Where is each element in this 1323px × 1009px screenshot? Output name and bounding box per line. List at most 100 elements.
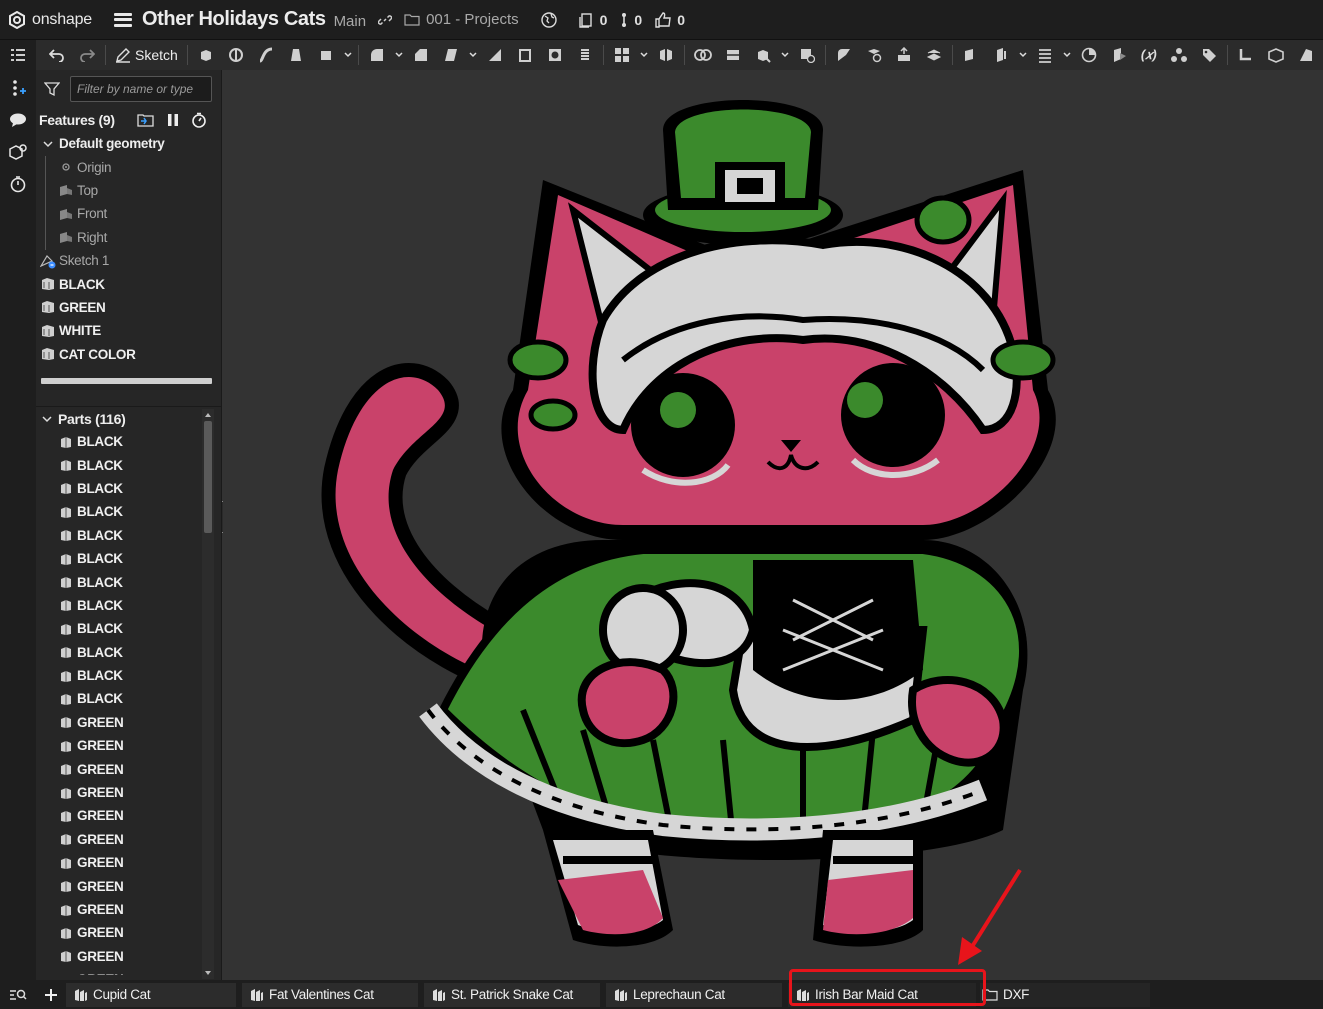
like-button[interactable]: 0 [654, 12, 685, 28]
flange-button[interactable] [1291, 42, 1321, 68]
scroll-thumb[interactable] [204, 421, 212, 533]
scroll-down-icon[interactable] [204, 969, 212, 977]
chevron-down-icon[interactable] [39, 415, 55, 423]
tab-dxf[interactable]: DXF [980, 982, 1150, 1007]
part-row[interactable]: BLACK [36, 453, 200, 476]
part-row[interactable]: GREEN [36, 757, 200, 780]
part-row[interactable]: BLACK [36, 477, 200, 500]
parts-header[interactable]: Parts (116) [36, 408, 222, 430]
plane-button[interactable] [956, 42, 986, 68]
part-row[interactable]: BLACK [36, 687, 200, 710]
tab-fat-valentines-cat[interactable]: Fat Valentines Cat [242, 982, 418, 1007]
tab-cupid-cat[interactable]: Cupid Cat [66, 982, 236, 1007]
helix-button[interactable] [1030, 42, 1060, 68]
part-row[interactable]: BLACK [36, 524, 200, 547]
part-row[interactable]: BLACK [36, 430, 200, 453]
tab-irish-bar-maid-cat[interactable]: Irish Bar Maid Cat [788, 982, 976, 1007]
rib-button[interactable] [480, 42, 510, 68]
tree-item-origin[interactable]: Origin [36, 155, 221, 178]
part-row[interactable]: GREEN [36, 828, 200, 851]
part-row[interactable]: GREEN [36, 874, 200, 897]
chevron-down-icon[interactable] [40, 136, 56, 152]
graphics-area[interactable] [223, 70, 1323, 980]
chamfer-button[interactable] [406, 42, 436, 68]
transform-button[interactable] [748, 42, 778, 68]
tree-item-sketch[interactable]: Sketch 1 [36, 249, 221, 272]
part-row[interactable]: GREEN [36, 804, 200, 827]
globe-icon[interactable] [540, 11, 557, 28]
part-row[interactable]: BLACK [36, 641, 200, 664]
onshape-logo[interactable]: onshape [0, 10, 108, 29]
tree-item-feature-green[interactable]: GREEN [36, 296, 221, 319]
split-button[interactable] [718, 42, 748, 68]
tab-st-patrick-snake-cat[interactable]: St. Patrick Snake Cat [424, 982, 600, 1007]
hole-button[interactable] [540, 42, 570, 68]
tab-manager-button[interactable] [0, 988, 36, 1002]
mirror-button[interactable] [651, 42, 681, 68]
part-row[interactable]: BLACK [36, 570, 200, 593]
cat-model-render[interactable] [223, 70, 1323, 980]
dropdown-chevron[interactable] [392, 42, 406, 68]
sweep-button[interactable] [251, 42, 281, 68]
part-row[interactable]: BLACK [36, 664, 200, 687]
delete-part-button[interactable] [792, 42, 822, 68]
tree-item-feature-black[interactable]: BLACK [36, 272, 221, 295]
menu-icon[interactable] [114, 12, 132, 27]
move-face-button[interactable] [889, 42, 919, 68]
revolve-button[interactable] [221, 42, 251, 68]
add-tab-button[interactable] [36, 982, 66, 1008]
extrude-button[interactable] [191, 42, 221, 68]
tab-leprechaun-cat[interactable]: Leprechaun Cat [606, 982, 782, 1007]
scroll-up-icon[interactable] [204, 411, 212, 419]
variable-button[interactable]: (𝑥) [1134, 42, 1164, 68]
tree-item-top-plane[interactable]: Top [36, 179, 221, 202]
dropdown-chevron[interactable] [341, 42, 355, 68]
rollback-bar[interactable] [41, 377, 212, 384]
dropdown-chevron[interactable] [1060, 42, 1074, 68]
shell-button[interactable] [510, 42, 540, 68]
branches-button[interactable]: 0 [619, 12, 642, 28]
part-row[interactable]: GREEN [36, 921, 200, 944]
dropdown-chevron[interactable] [466, 42, 480, 68]
part-row[interactable]: GREEN [36, 851, 200, 874]
filter-input[interactable] [70, 76, 212, 102]
delete-face-button[interactable] [859, 42, 889, 68]
rollback-timer-icon[interactable] [191, 112, 207, 128]
undo-button[interactable] [42, 42, 72, 68]
redo-button[interactable] [72, 42, 102, 68]
part-row[interactable]: BLACK [36, 547, 200, 570]
part-row[interactable]: GREEN [36, 734, 200, 757]
sheet-metal-model-button[interactable] [1261, 42, 1291, 68]
part-row[interactable]: BLACK [36, 500, 200, 523]
default-geometry-group[interactable]: Default geometry [36, 132, 221, 155]
variables-button[interactable] [0, 72, 36, 104]
dropdown-chevron[interactable] [637, 42, 651, 68]
part-row[interactable]: BLACK [36, 617, 200, 640]
add-folder-icon[interactable] [137, 112, 155, 128]
boolean-button[interactable] [688, 42, 718, 68]
comments-button[interactable] [0, 104, 36, 136]
part-row[interactable]: GREEN [36, 945, 200, 968]
part-row[interactable]: GREEN [36, 898, 200, 921]
loft-button[interactable] [281, 42, 311, 68]
dropdown-chevron[interactable] [778, 42, 792, 68]
filter-icon[interactable] [44, 81, 60, 97]
sketch-button[interactable]: Sketch [109, 42, 184, 68]
measure-button[interactable] [1074, 42, 1104, 68]
part-row[interactable]: BLACK [36, 594, 200, 617]
composite-part-button[interactable] [1164, 42, 1194, 68]
tag-button[interactable] [1194, 42, 1224, 68]
draft-button[interactable] [436, 42, 466, 68]
tree-item-feature-white[interactable]: WHITE [36, 319, 221, 342]
part-row[interactable]: GREEN [36, 781, 200, 804]
thread-button[interactable] [570, 42, 600, 68]
fillet-button[interactable] [362, 42, 392, 68]
tree-item-front-plane[interactable]: Front [36, 202, 221, 225]
sheet-metal-button[interactable] [1231, 42, 1261, 68]
part-row[interactable]: GREEN [36, 711, 200, 734]
tree-item-feature-cat-color[interactable]: CAT COLOR [36, 343, 221, 366]
document-title[interactable]: Other Holidays Cats [142, 8, 326, 31]
versions-button[interactable]: 0 [578, 12, 607, 28]
dropdown-chevron[interactable] [1016, 42, 1030, 68]
history-button[interactable] [0, 168, 36, 200]
